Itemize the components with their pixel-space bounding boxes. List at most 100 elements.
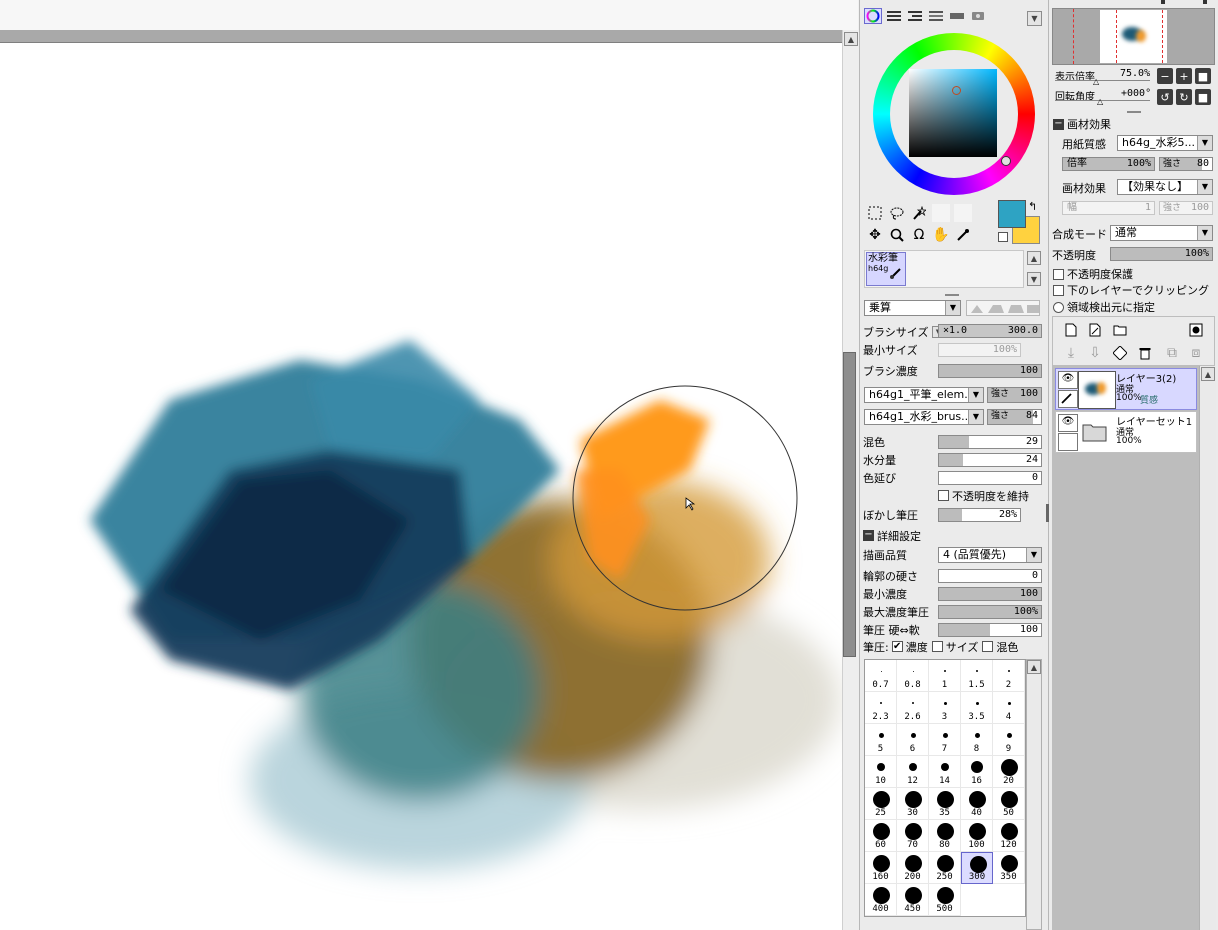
move-icon[interactable]: ✥ — [866, 226, 884, 244]
mix-slider[interactable]: 29 — [938, 435, 1042, 449]
brush-size-cell[interactable]: 60 — [865, 820, 897, 852]
brush-size-cell[interactable]: 3.5 — [961, 692, 993, 724]
blur-pressure-slider[interactable]: 28% — [938, 508, 1021, 522]
layer-item[interactable]: 👁 レイヤー3(2) 通常 100% 質感 — [1055, 368, 1197, 410]
brush-size-cell[interactable]: 2 — [993, 660, 1025, 692]
keep-opacity-row[interactable]: 不透明度を維持 — [938, 487, 1029, 504]
new-vector-layer-icon[interactable] — [1086, 321, 1104, 339]
color-swatches-tab-icon[interactable] — [927, 8, 945, 24]
quality-select[interactable]: 4 (品質優先) ▼ — [938, 547, 1042, 563]
zoom-reset-icon[interactable]: ■ — [1195, 68, 1211, 84]
brush-size-cell[interactable]: 5 — [865, 724, 897, 756]
rotate-icon[interactable]: Ω — [910, 226, 928, 244]
zoom-slider[interactable] — [1055, 80, 1150, 81]
layer-list-scrollbar[interactable]: ▲ — [1199, 366, 1216, 930]
rotate-left-icon[interactable]: ↺ — [1157, 89, 1173, 105]
brush-size-cell[interactable]: 6 — [897, 724, 929, 756]
brush-slots-scroll-down-icon[interactable]: ▼ — [1027, 272, 1041, 286]
effect-select[interactable]: 【効果なし】 ▼ — [1117, 179, 1213, 195]
brush-size-cell[interactable]: 500 — [929, 884, 961, 916]
panel-splitter[interactable] — [945, 294, 959, 296]
blend-mode-select[interactable]: 乗算 ▼ — [864, 300, 961, 316]
zoom-slider-thumb[interactable]: △ — [1093, 77, 1099, 86]
brush-size-cell[interactable]: 35 — [929, 788, 961, 820]
scratchpad-tab-icon[interactable] — [969, 8, 987, 24]
clipping-checkbox[interactable] — [1053, 284, 1064, 296]
new-layer-icon[interactable] — [1062, 321, 1080, 339]
collapse-icon[interactable]: − — [863, 530, 874, 541]
magic-wand-icon[interactable] — [910, 204, 928, 222]
edge-hardness-slider[interactable]: 0 — [938, 569, 1042, 583]
zoom-icon[interactable] — [888, 226, 906, 244]
brush-size-cell[interactable]: 120 — [993, 820, 1025, 852]
panel-splitter[interactable] — [1127, 111, 1141, 113]
zoom-in-icon[interactable]: + — [1176, 68, 1192, 84]
brush-size-cell[interactable]: 0.7 — [865, 660, 897, 692]
selection-source-radio[interactable] — [1053, 301, 1064, 313]
brush-size-grid-scrollbar[interactable]: ▲ — [1026, 659, 1042, 930]
scroll-up-icon[interactable]: ▲ — [844, 32, 858, 46]
texture2-select[interactable]: h64g1_水彩_brus... ▼ — [864, 409, 984, 425]
brush-density-slider[interactable]: 100 — [938, 364, 1042, 378]
navigator-preview[interactable] — [1052, 8, 1215, 65]
brush-slot-watercolor[interactable]: 水彩筆 h64g — [866, 252, 906, 286]
rotate-reset-icon[interactable]: ■ — [1195, 89, 1211, 105]
paper-texture-select[interactable]: h64g_水彩5... ▼ — [1117, 135, 1213, 151]
brush-size-cell[interactable]: 50 — [993, 788, 1025, 820]
brush-size-cell[interactable]: 2.6 — [897, 692, 929, 724]
advanced-settings-header[interactable]: − 詳細設定 — [863, 527, 921, 544]
paper-scale-slider[interactable]: 倍率 100% — [1062, 157, 1155, 171]
eye-icon[interactable]: 👁 — [1058, 414, 1078, 432]
sv-picker-marker[interactable] — [952, 86, 961, 95]
selection-source-row[interactable]: 領域検出元に指定 — [1053, 299, 1155, 315]
protect-opacity-row[interactable]: 不透明度保護 — [1053, 266, 1133, 282]
brush-size-cell[interactable]: 1.5 — [961, 660, 993, 692]
brush-size-cell[interactable]: 450 — [897, 884, 929, 916]
brush-size-cell[interactable]: 7 — [929, 724, 961, 756]
brush-size-cell[interactable]: 0.8 — [897, 660, 929, 692]
hue-picker-marker[interactable] — [1001, 156, 1011, 166]
min-density-slider[interactable]: 100 — [938, 587, 1042, 601]
layer-lock-box[interactable] — [1058, 433, 1078, 451]
brush-size-cell[interactable]: 12 — [897, 756, 929, 788]
layer-opacity-slider[interactable]: 100% — [1110, 247, 1213, 261]
selection-icon[interactable] — [866, 204, 884, 222]
brush-size-cell[interactable]: 9 — [993, 724, 1025, 756]
brush-size-slider[interactable]: ×1.0 300.0 — [938, 324, 1042, 338]
water-slider[interactable]: 24 — [938, 453, 1042, 467]
brush-size-cell[interactable]: 3 — [929, 692, 961, 724]
brush-size-cell[interactable]: 160 — [865, 852, 897, 884]
brush-size-cell[interactable]: 16 — [961, 756, 993, 788]
layer-item[interactable]: 👁 レイヤーセット1 通常 100% — [1055, 411, 1197, 453]
brush-size-cell[interactable]: 400 — [865, 884, 897, 916]
pressure-mix-checkbox[interactable] — [982, 641, 994, 652]
brush-size-cell[interactable]: 350 — [993, 852, 1025, 884]
color-wheel-tab-icon[interactable] — [864, 8, 882, 24]
brush-size-cell[interactable]: 40 — [961, 788, 993, 820]
pressure-hardness-slider[interactable]: 100 — [938, 623, 1042, 637]
brush-size-cell[interactable]: 70 — [897, 820, 929, 852]
brush-lock-icon[interactable] — [1058, 390, 1078, 408]
zoom-out-icon[interactable]: − — [1157, 68, 1173, 84]
brush-size-cell[interactable]: 250 — [929, 852, 961, 884]
delete-layer-icon[interactable] — [1136, 344, 1154, 362]
max-density-pressure-slider[interactable]: 100% — [938, 605, 1042, 619]
eyedropper-icon[interactable] — [954, 226, 972, 244]
color-wheel[interactable] — [870, 30, 1038, 198]
reset-colors-icon[interactable] — [998, 232, 1008, 242]
brush-size-cell[interactable]: 80 — [929, 820, 961, 852]
hsv-sliders-tab-icon[interactable] — [906, 8, 924, 24]
swatch-grid-tab-icon[interactable] — [948, 8, 966, 24]
saturation-value-square[interactable] — [909, 69, 997, 157]
texture1-strength-slider[interactable]: 強さ 100 — [987, 387, 1042, 403]
paper-strength-slider[interactable]: 強さ 80 — [1159, 157, 1213, 171]
rotate-slider-thumb[interactable]: △ — [1097, 97, 1103, 106]
canvas-scroll-thumb[interactable] — [843, 352, 856, 657]
foreground-color-swatch[interactable] — [998, 200, 1026, 228]
brush-size-cell[interactable]: 10 — [865, 756, 897, 788]
lasso-icon[interactable] — [888, 204, 906, 222]
eye-icon[interactable]: 👁 — [1058, 371, 1078, 389]
brush-size-cell[interactable]: 8 — [961, 724, 993, 756]
pressure-density-checkbox[interactable]: ✔ — [891, 641, 903, 652]
brush-size-cell[interactable]: 14 — [929, 756, 961, 788]
